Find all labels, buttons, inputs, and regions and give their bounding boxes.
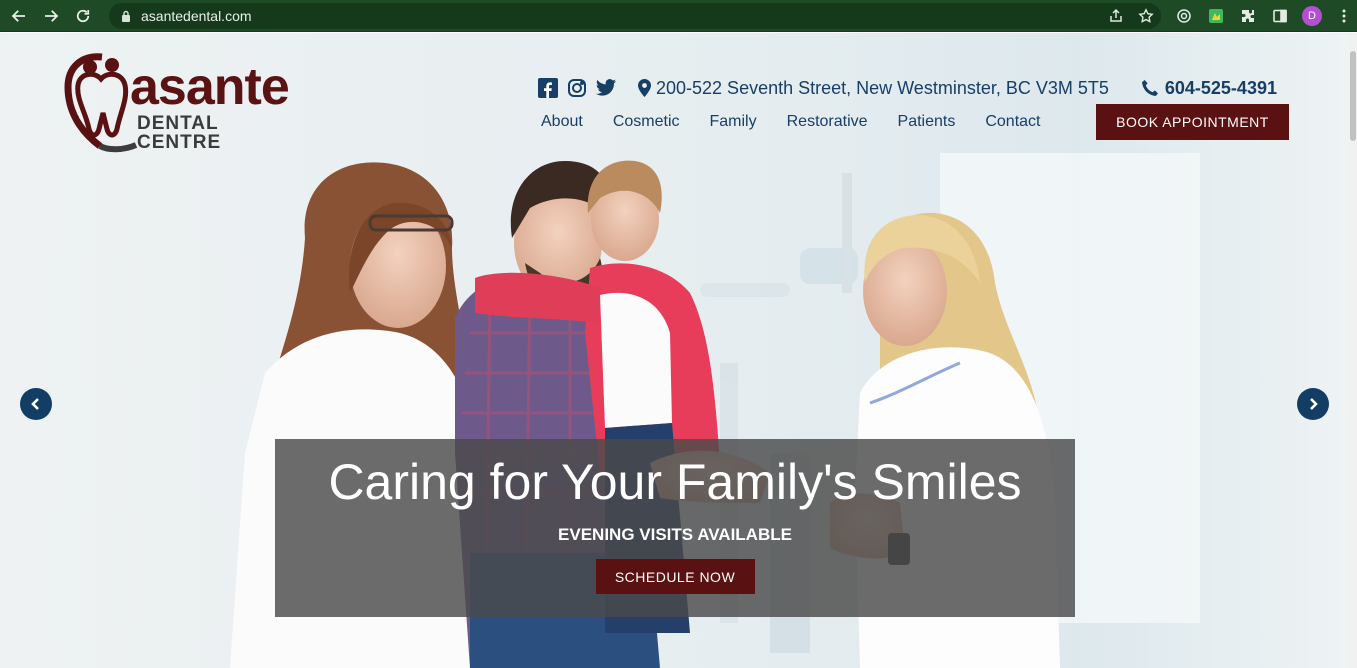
puzzle-extensions-icon[interactable] <box>1232 3 1264 29</box>
phone-text: 604-525-4391 <box>1164 77 1277 98</box>
carousel-next-button[interactable] <box>1297 388 1329 420</box>
logo-subtitle: DENTAL CENTRE <box>137 113 222 153</box>
page-scrollbar[interactable] <box>1349 33 1357 668</box>
chevron-left-icon <box>31 398 39 410</box>
address-bar[interactable]: asantedental.com <box>109 3 1161 29</box>
share-icon[interactable] <box>1101 3 1131 29</box>
browser-toolbar: asantedental.com D <box>0 0 1357 32</box>
nav-contact[interactable]: Contact <box>985 113 1040 131</box>
reload-icon[interactable] <box>70 3 96 29</box>
main-nav: About Cosmetic Family Restorative Patien… <box>541 113 1070 131</box>
star-bookmark-icon[interactable] <box>1131 3 1161 29</box>
nav-restorative[interactable]: Restorative <box>787 113 868 131</box>
facebook-icon[interactable] <box>537 77 559 99</box>
hero-subtitle: EVENING VISITS AVAILABLE <box>558 525 792 544</box>
chevron-right-icon <box>1310 398 1318 410</box>
logo-wordmark: asante <box>130 58 290 116</box>
twitter-icon[interactable] <box>595 77 617 99</box>
url-text: asantedental.com <box>141 8 252 24</box>
kebab-menu-icon[interactable] <box>1328 3 1357 29</box>
nav-about[interactable]: About <box>541 113 583 131</box>
nav-family[interactable]: Family <box>710 113 757 131</box>
profile-avatar[interactable]: D <box>1296 3 1328 29</box>
instagram-icon[interactable] <box>566 77 588 99</box>
nav-cosmetic[interactable]: Cosmetic <box>613 113 680 131</box>
contact-bar: 200-522 Seventh Street, New Westminster,… <box>537 75 1277 101</box>
scrollbar-thumb[interactable] <box>1350 51 1356 141</box>
webpage: asante DENTAL CENTRE 200-522 Seventh Str… <box>0 33 1357 668</box>
nav-patients[interactable]: Patients <box>898 113 956 131</box>
site-logo[interactable]: asante DENTAL CENTRE <box>62 51 302 153</box>
hero-title: Caring for Your Family's Smiles <box>328 454 1022 510</box>
book-appointment-button[interactable]: BOOK APPOINTMENT <box>1096 104 1289 140</box>
schedule-now-button[interactable]: SCHEDULE NOW <box>595 559 755 594</box>
carousel-prev-button[interactable] <box>20 388 52 420</box>
forward-icon[interactable] <box>38 3 64 29</box>
map-pin-icon <box>638 79 651 97</box>
back-icon[interactable] <box>6 3 32 29</box>
side-panel-icon[interactable] <box>1264 3 1296 29</box>
phone-link[interactable]: 604-525-4391 <box>1141 78 1277 99</box>
address-text: 200-522 Seventh Street, New Westminster,… <box>656 77 1109 98</box>
lock-icon <box>122 10 130 22</box>
address[interactable]: 200-522 Seventh Street, New Westminster,… <box>638 78 1109 99</box>
extension-target-icon[interactable] <box>1168 3 1200 29</box>
phone-icon <box>1141 80 1158 96</box>
hero-caption-box: Caring for Your Family's Smiles EVENING … <box>275 439 1075 617</box>
extension-app-icon[interactable] <box>1200 3 1232 29</box>
